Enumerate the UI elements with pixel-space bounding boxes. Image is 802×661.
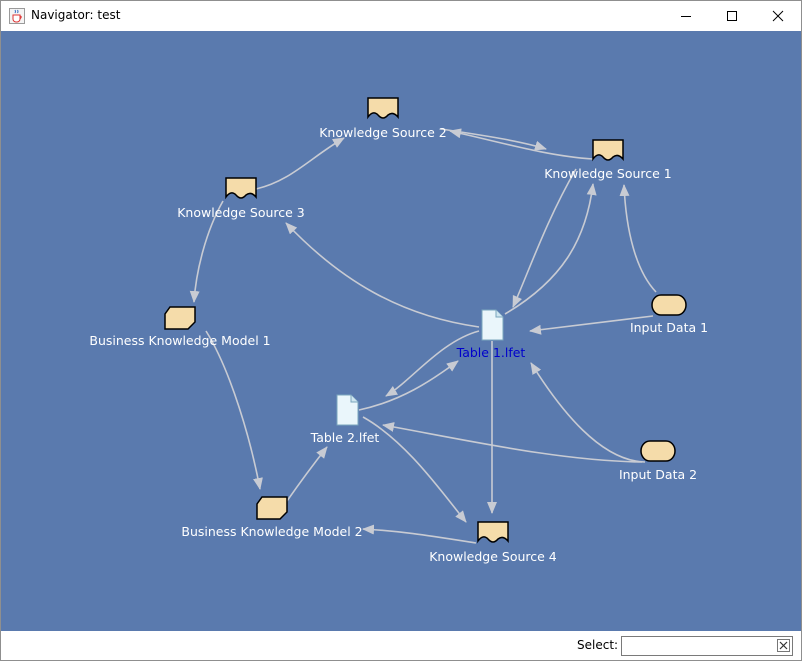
edge-in2-to-t1 <box>530 362 646 463</box>
node-ks1[interactable]: Knowledge Source 1 <box>544 139 672 181</box>
node-label: Input Data 2 <box>619 467 697 482</box>
node-ks3[interactable]: Knowledge Source 3 <box>177 177 305 220</box>
business-knowledge-model-icon <box>164 306 196 330</box>
edge-in1-to-ks1 <box>619 184 657 293</box>
edge-ks1-to-t1 <box>512 168 577 308</box>
node-ks4[interactable]: Knowledge Source 4 <box>429 521 557 564</box>
clear-x-icon[interactable] <box>777 639 790 652</box>
node-label: Knowledge Source 1 <box>544 166 672 181</box>
input-data-icon <box>640 440 676 462</box>
node-label: Table 2.lfet <box>310 430 380 445</box>
window-title: Navigator: test <box>31 8 121 22</box>
edge-ks4-to-bkm2 <box>362 524 477 544</box>
close-icon <box>772 10 784 22</box>
document-icon <box>481 309 504 341</box>
node-label: Input Data 1 <box>630 320 708 335</box>
edge-bkm1-to-bkm2 <box>205 330 263 490</box>
edge-t2-to-t1 <box>358 360 459 411</box>
node-label: Table 1.lfet <box>456 345 526 360</box>
java-coffee-icon <box>9 8 25 24</box>
document-icon <box>336 394 359 426</box>
graph-canvas[interactable]: Knowledge Source 1 Knowledge Source 2 Know… <box>1 31 801 631</box>
node-ks2[interactable]: Knowledge Source 2 <box>319 97 447 140</box>
node-label: Knowledge Source 4 <box>429 549 557 564</box>
edge-ks3-to-ks2 <box>255 137 345 190</box>
close-button[interactable] <box>755 1 801 31</box>
input-data-icon <box>651 294 687 316</box>
edge-bkm2-to-t2 <box>286 446 328 502</box>
minimize-button[interactable] <box>663 1 709 31</box>
node-label: Knowledge Source 3 <box>177 205 305 220</box>
knowledge-source-icon <box>477 521 509 544</box>
maximize-icon <box>727 11 737 21</box>
minimize-icon <box>681 16 691 17</box>
node-label: Business Knowledge Model 2 <box>181 524 362 539</box>
node-bkm1[interactable]: Business Knowledge Model 1 <box>89 306 271 348</box>
select-input[interactable] <box>621 636 793 656</box>
edge-in2-to-t2 <box>382 422 643 463</box>
edge-ks1-to-ks2 <box>449 128 594 160</box>
maximize-button[interactable] <box>709 1 755 31</box>
status-bar: Select: <box>1 631 801 660</box>
dependency-graph[interactable]: Knowledge Source 1 Knowledge Source 2 Know… <box>1 31 801 631</box>
knowledge-source-icon <box>367 97 399 120</box>
select-label: Select: <box>577 638 619 652</box>
edge-t1-to-ks3 <box>285 222 480 328</box>
business-knowledge-model-icon <box>256 496 288 520</box>
edge-t1-to-t2 <box>385 330 480 397</box>
node-bkm2[interactable]: Business Knowledge Model 2 <box>181 496 363 539</box>
node-label: Knowledge Source 2 <box>319 125 447 140</box>
knowledge-source-icon <box>225 177 257 200</box>
knowledge-source-icon <box>592 139 624 162</box>
node-in1[interactable]: Input Data 1 <box>630 294 708 335</box>
navigator-window: Navigator: test Knowledge Source 1 Knowl… <box>0 0 802 661</box>
title-bar[interactable]: Navigator: test <box>1 1 801 31</box>
node-label: Business Knowledge Model 1 <box>89 333 270 348</box>
